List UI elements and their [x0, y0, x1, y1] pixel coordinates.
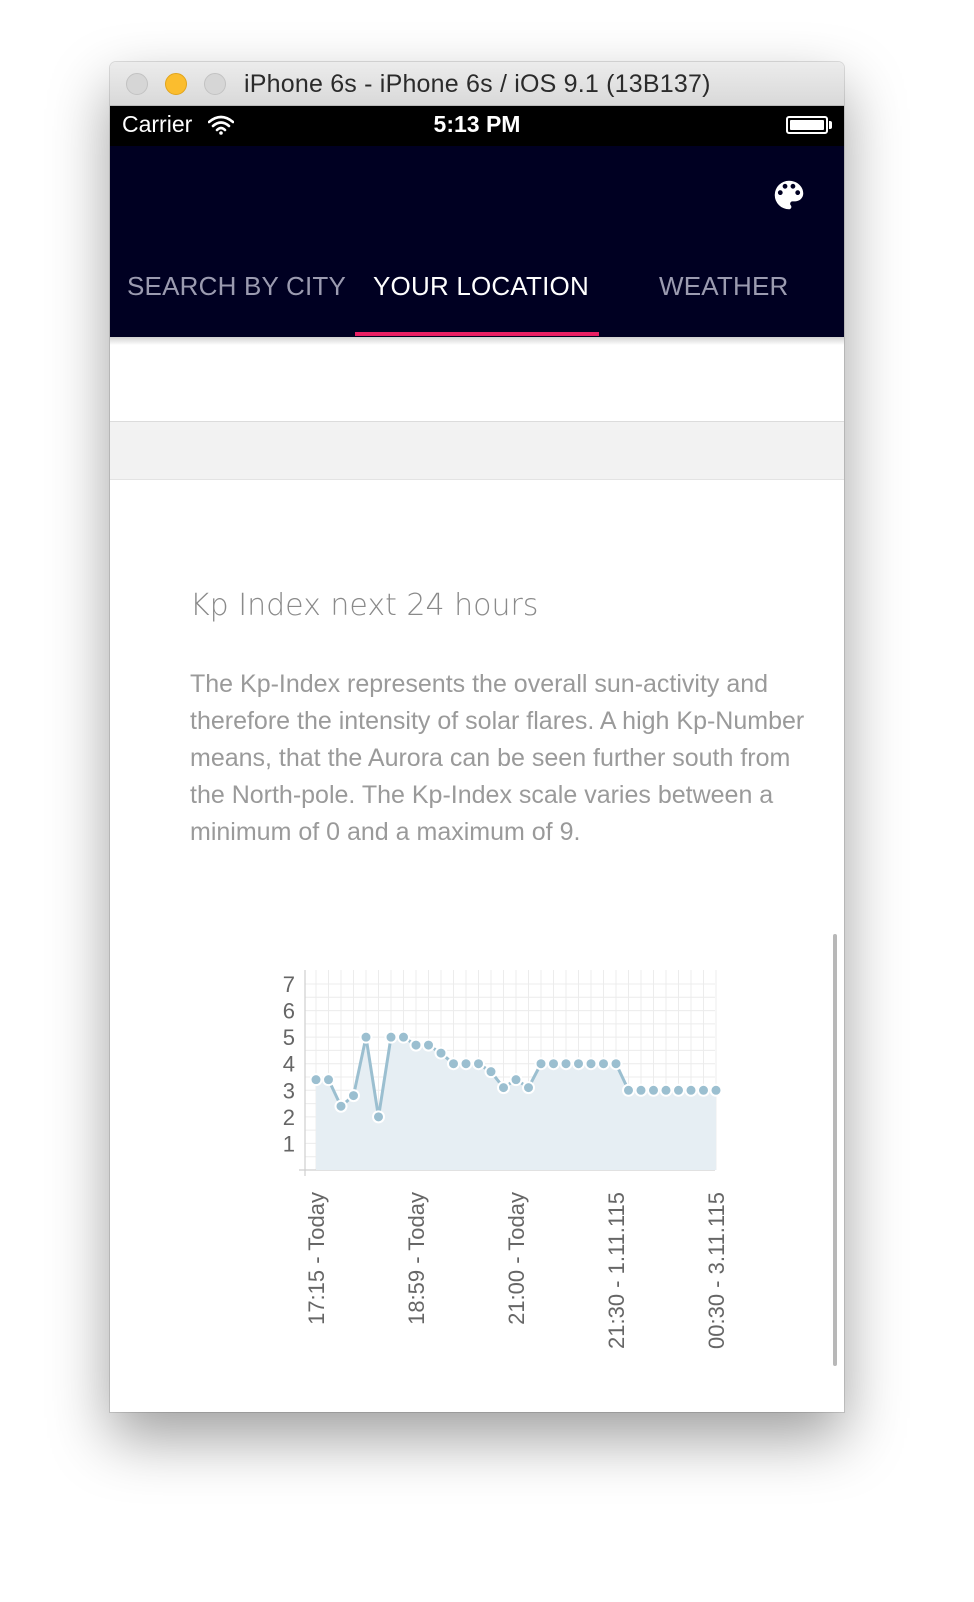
- data-point: [609, 1057, 623, 1071]
- window-title: iPhone 6s - iPhone 6s / iOS 9.1 (13B137): [244, 70, 711, 98]
- status-time: 5:13 PM: [433, 111, 521, 137]
- kp-chart: 1234567 17:15 - Today 18:59 - Today 21:00 -…: [283, 970, 729, 1349]
- y-tick-label: 1: [283, 1131, 295, 1156]
- data-point: [322, 1073, 335, 1087]
- data-point: [597, 1057, 610, 1071]
- active-tab-indicator: [355, 332, 599, 336]
- x-tick-label: 17:15 - Today: [304, 1192, 329, 1325]
- palette-icon[interactable]: [770, 176, 808, 214]
- battery-tip: [829, 121, 832, 129]
- data-point: [659, 1083, 673, 1097]
- data-point: [422, 1038, 435, 1052]
- kp-title: Kp Index next 24 hours: [190, 588, 539, 623]
- data-point: [547, 1057, 560, 1071]
- y-tick-label: 5: [283, 1025, 295, 1050]
- section-gap: [110, 422, 844, 479]
- data-point: [472, 1057, 485, 1071]
- y-tick-label: 6: [283, 999, 295, 1024]
- data-point: [559, 1057, 573, 1071]
- close-window-button[interactable]: [126, 73, 148, 95]
- data-point: [334, 1099, 348, 1113]
- tab-your-location[interactable]: YOUR LOCATION: [373, 271, 589, 302]
- data-point: [359, 1030, 373, 1044]
- data-point: [634, 1083, 648, 1097]
- x-tick-label: 18:59 - Today: [404, 1192, 429, 1325]
- data-point: [672, 1083, 685, 1097]
- y-tick-label: 7: [283, 972, 295, 997]
- x-tick-label: 21:00 - Today: [504, 1192, 529, 1325]
- data-point: [447, 1057, 460, 1071]
- data-point: [709, 1083, 723, 1097]
- y-tick-label: 4: [283, 1052, 295, 1077]
- data-point: [347, 1089, 360, 1103]
- data-point: [522, 1081, 535, 1095]
- x-tick-label: 21:30 - 1.11.115: [604, 1192, 629, 1349]
- battery-icon: [786, 116, 828, 134]
- data-point: [309, 1073, 323, 1087]
- data-point: [434, 1046, 448, 1060]
- kp-index-card: Kp Index next 24 hours The Kp-Index repr…: [110, 479, 844, 1412]
- simulator-window: iPhone 6s - iPhone 6s / iOS 9.1 (13B137)…: [110, 62, 844, 1412]
- kp-description: The Kp-Index represents the overall sun-…: [190, 670, 805, 846]
- data-point: [497, 1081, 510, 1095]
- top-card: [110, 337, 844, 422]
- app-bar-shadow: [110, 337, 844, 345]
- data-point: [697, 1083, 710, 1097]
- data-point: [484, 1065, 498, 1079]
- y-tick-label: 3: [283, 1078, 295, 1103]
- data-point: [584, 1057, 598, 1071]
- tab-search-by-city[interactable]: SEARCH BY CITY: [127, 271, 346, 302]
- data-point: [459, 1057, 473, 1071]
- data-point: [509, 1073, 523, 1087]
- data-point: [534, 1057, 548, 1071]
- minimize-window-button[interactable]: [165, 73, 187, 95]
- data-point: [622, 1083, 635, 1097]
- tab-weather[interactable]: WEATHER: [659, 271, 788, 302]
- x-tick-label: 00:30 - 3.11.115: [704, 1192, 729, 1349]
- y-tick-label: 2: [283, 1105, 295, 1130]
- zoom-window-button[interactable]: [204, 73, 226, 95]
- data-point: [409, 1038, 423, 1052]
- window-titlebar: iPhone 6s - iPhone 6s / iOS 9.1 (13B137): [110, 62, 844, 106]
- data-point: [572, 1057, 585, 1071]
- data-point: [372, 1110, 385, 1124]
- ios-status-bar: Carrier 5:13 PM: [110, 106, 844, 146]
- data-point: [384, 1030, 398, 1044]
- data-point: [647, 1083, 660, 1097]
- scrollbar[interactable]: [833, 934, 837, 1366]
- data-point: [684, 1083, 698, 1097]
- data-point: [397, 1030, 410, 1044]
- app-bar: SEARCH BY CITY YOUR LOCATION WEATHER: [110, 146, 844, 337]
